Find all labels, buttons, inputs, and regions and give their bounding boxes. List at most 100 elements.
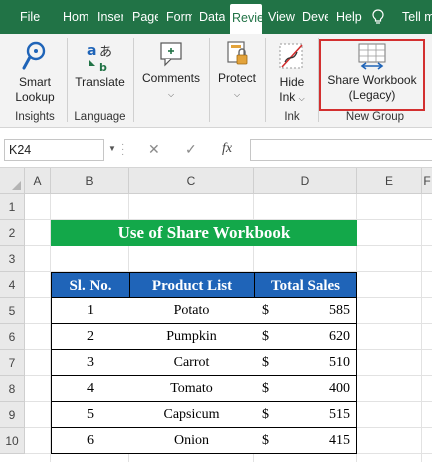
tab-help[interactable]: Help bbox=[334, 0, 362, 34]
cell-total-sales[interactable]: $415 bbox=[254, 428, 357, 454]
cell-sl-no[interactable]: 2 bbox=[51, 324, 130, 350]
row-header-9[interactable]: 9 bbox=[0, 402, 25, 428]
cell-sl-no[interactable]: 1 bbox=[51, 298, 130, 324]
protect-button[interactable]: Protect ⌵ bbox=[214, 40, 260, 102]
currency-symbol: $ bbox=[262, 381, 269, 396]
smart-lookup-label-2: Lookup bbox=[15, 90, 55, 104]
row-header-2[interactable]: 2 bbox=[0, 220, 25, 246]
row-header-8[interactable]: 8 bbox=[0, 376, 25, 402]
tab-data[interactable]: Data bbox=[197, 0, 225, 34]
tab-home[interactable]: Home bbox=[61, 0, 88, 34]
group-separator bbox=[265, 38, 266, 122]
formula-input[interactable] bbox=[250, 139, 432, 161]
row-header-7[interactable]: 7 bbox=[0, 350, 25, 376]
row-header-5[interactable]: 5 bbox=[0, 298, 25, 324]
row-header-10[interactable]: 10 bbox=[0, 428, 25, 454]
chevron-down-icon: ⌵ bbox=[167, 90, 175, 99]
chevron-down-icon[interactable]: ▼ bbox=[108, 144, 116, 153]
smart-lookup-label-1: Smart bbox=[18, 75, 51, 89]
sales-amount: 510 bbox=[329, 355, 350, 370]
protect-lock-icon bbox=[227, 41, 248, 65]
group-label-insights: Insights bbox=[15, 111, 55, 123]
cell-product[interactable]: Onion bbox=[129, 428, 255, 454]
enter-icon[interactable]: ✓ bbox=[185, 141, 197, 158]
gridline bbox=[421, 194, 422, 462]
svg-text:あ: あ bbox=[99, 45, 112, 60]
column-header-f[interactable]: F bbox=[422, 168, 432, 194]
cell-total-sales[interactable]: $585 bbox=[254, 298, 357, 324]
header-total-sales[interactable]: Total Sales bbox=[254, 272, 357, 298]
tab-developer[interactable]: Developer bbox=[300, 0, 328, 34]
lightbulb-icon[interactable] bbox=[372, 9, 384, 25]
column-header-d[interactable]: D bbox=[254, 168, 357, 194]
row-header-6[interactable]: 6 bbox=[0, 324, 25, 350]
group-label-new-group: New Group bbox=[345, 111, 405, 123]
chevron-down-icon: ⌵ bbox=[233, 90, 241, 99]
sales-amount: 400 bbox=[329, 381, 350, 396]
worksheet-grid: A B C D E F 1 2 3 4 5 6 7 8 9 10 Use of … bbox=[0, 168, 432, 462]
row-header-3[interactable]: 3 bbox=[0, 246, 25, 272]
comments-button[interactable]: Comments ⌵ bbox=[138, 40, 204, 102]
tab-formulas[interactable]: Formulas bbox=[164, 0, 192, 34]
row-header-1[interactable]: 1 bbox=[0, 194, 25, 220]
smart-lookup-button[interactable]: Smart Lookup bbox=[8, 40, 62, 105]
group-label-language: Language bbox=[74, 111, 126, 123]
cell-sl-no[interactable]: 6 bbox=[51, 428, 130, 454]
hide-ink-button[interactable]: Hide Ink ⌵ bbox=[270, 40, 314, 106]
hide-ink-label-2: Ink bbox=[279, 90, 296, 104]
name-box[interactable]: K24 bbox=[4, 139, 104, 161]
cell-total-sales[interactable]: $510 bbox=[254, 350, 357, 376]
currency-symbol: $ bbox=[262, 303, 269, 318]
cancel-icon[interactable]: ✕ bbox=[148, 141, 160, 158]
cell-product[interactable]: Capsicum bbox=[129, 402, 255, 428]
sales-amount: 620 bbox=[329, 329, 350, 344]
translate-icon: a あ b bbox=[87, 43, 112, 72]
sales-amount: 515 bbox=[329, 407, 350, 422]
column-header-e[interactable]: E bbox=[357, 168, 422, 194]
comments-label: Comments bbox=[141, 71, 200, 85]
ribbon-tab-bar: File Home Insert Page Layout Formulas Da… bbox=[0, 0, 432, 34]
currency-symbol: $ bbox=[262, 355, 269, 370]
group-separator bbox=[209, 38, 210, 122]
magnifier-icon bbox=[22, 41, 46, 70]
insert-function-icon[interactable]: fx bbox=[222, 141, 232, 157]
header-sl-no[interactable]: Sl. No. bbox=[51, 272, 130, 298]
column-header-c[interactable]: C bbox=[129, 168, 254, 194]
sales-amount: 585 bbox=[329, 303, 350, 318]
currency-symbol: $ bbox=[262, 329, 269, 344]
svg-text:a: a bbox=[87, 43, 96, 59]
cell-total-sales[interactable]: $400 bbox=[254, 376, 357, 402]
hide-ink-icon bbox=[279, 43, 303, 69]
cell-product[interactable]: Tomato bbox=[129, 376, 255, 402]
drag-handle-icon[interactable]: · · · bbox=[121, 140, 125, 160]
tab-insert[interactable]: Insert bbox=[95, 0, 123, 34]
cell-product[interactable]: Pumpkin bbox=[129, 324, 255, 350]
cell-product[interactable]: Potato bbox=[129, 298, 255, 324]
cell-sl-no[interactable]: 5 bbox=[51, 402, 130, 428]
header-product-list[interactable]: Product List bbox=[129, 272, 255, 298]
svg-text:b: b bbox=[99, 61, 107, 72]
row-header-4[interactable]: 4 bbox=[0, 272, 25, 298]
chevron-down-icon: ⌵ bbox=[298, 94, 305, 103]
currency-symbol: $ bbox=[262, 407, 269, 422]
translate-button[interactable]: a あ b Translate bbox=[72, 40, 128, 90]
tab-review[interactable]: Review bbox=[230, 4, 262, 34]
tab-view[interactable]: View bbox=[266, 0, 295, 34]
formula-bar: K24 ▼ · · · ✕ ✓ fx bbox=[0, 128, 432, 168]
sales-amount: 415 bbox=[329, 433, 350, 448]
cell-total-sales[interactable]: $620 bbox=[254, 324, 357, 350]
cell-product[interactable]: Carrot bbox=[129, 350, 255, 376]
select-all-corner[interactable] bbox=[0, 168, 25, 194]
cell-sl-no[interactable]: 3 bbox=[51, 350, 130, 376]
tell-me-search[interactable]: Tell me bbox=[402, 0, 432, 34]
highlight-box bbox=[319, 39, 425, 111]
currency-symbol: $ bbox=[262, 433, 269, 448]
cell-sl-no[interactable]: 4 bbox=[51, 376, 130, 402]
tab-page-layout[interactable]: Page Layout bbox=[130, 0, 158, 34]
cell-total-sales[interactable]: $515 bbox=[254, 402, 357, 428]
column-header-b[interactable]: B bbox=[51, 168, 129, 194]
tab-file[interactable]: File bbox=[18, 0, 42, 34]
column-header-a[interactable]: A bbox=[25, 168, 51, 194]
hide-ink-label-1: Hide bbox=[279, 75, 305, 89]
sheet-title[interactable]: Use of Share Workbook bbox=[51, 220, 357, 246]
